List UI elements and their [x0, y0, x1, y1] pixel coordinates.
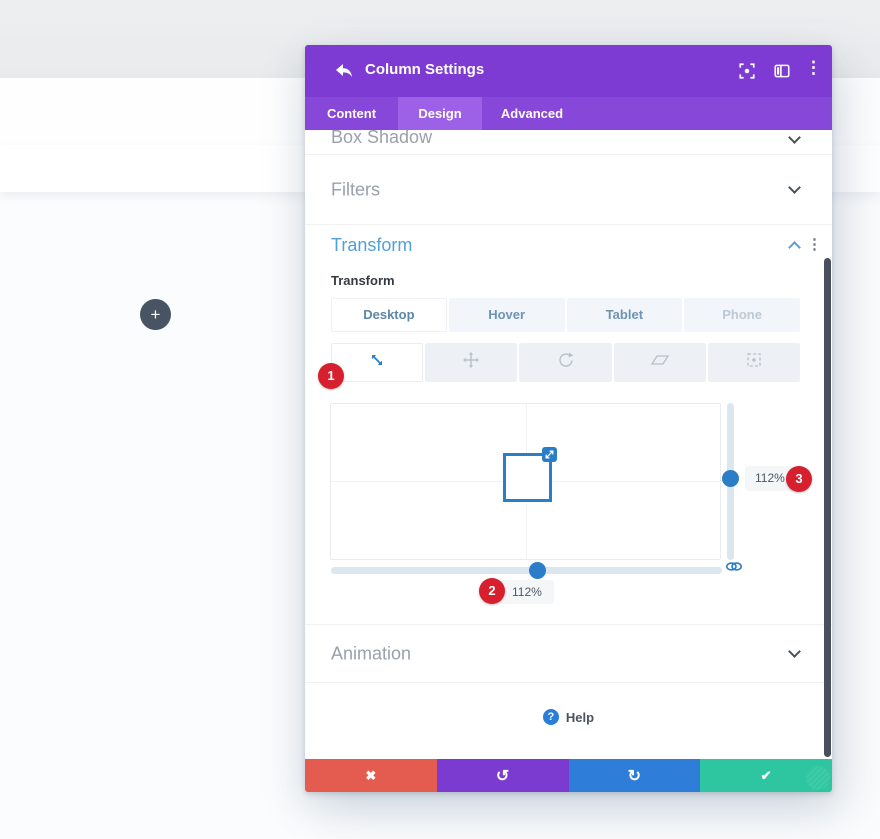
- chevron-down-icon: [788, 131, 801, 144]
- move-icon: [462, 351, 480, 374]
- section-animation-title: Animation: [331, 643, 411, 664]
- section-animation[interactable]: Animation: [305, 625, 832, 683]
- transform-toolbar: [331, 343, 800, 382]
- focus-preview-icon[interactable]: [738, 62, 756, 80]
- skew-icon: [650, 351, 670, 374]
- tab-content[interactable]: Content: [305, 97, 398, 130]
- redo-button[interactable]: ↻: [569, 759, 701, 792]
- resize-grip[interactable]: [806, 766, 830, 790]
- discard-button[interactable]: ✖: [305, 759, 437, 792]
- scale-handle-icon[interactable]: [542, 447, 557, 462]
- transform-field-label: Transform: [331, 273, 395, 288]
- chevron-down-icon: [788, 181, 801, 194]
- transform-canvas[interactable]: [330, 403, 721, 560]
- modal-body: Box Shadow Filters Transform ⋮ Transform…: [305, 130, 832, 759]
- help-icon[interactable]: ?: [543, 709, 559, 725]
- chevron-up-icon[interactable]: [788, 241, 801, 254]
- save-button[interactable]: ✔: [700, 759, 832, 792]
- tab-advanced[interactable]: Advanced: [482, 97, 582, 130]
- redo-icon: ↻: [628, 766, 641, 786]
- section-transform-panel: Transform ⋮ Transform Desktop Hover Tabl…: [305, 225, 832, 625]
- modal-tabbar: Content Design Advanced: [305, 97, 832, 130]
- page-background: + Column Settings: [0, 0, 880, 839]
- scale-x-handle[interactable]: [529, 562, 546, 579]
- tool-translate[interactable]: [425, 343, 517, 382]
- scale-x-value: 112%: [500, 580, 554, 604]
- header-menu-icon[interactable]: ⋮: [805, 58, 819, 76]
- transform-origin-icon: [745, 351, 763, 374]
- panel-layout-icon[interactable]: [773, 62, 791, 80]
- tool-scale[interactable]: [331, 343, 423, 382]
- modal-footer: ✖ ↺ ↻ ✔: [305, 759, 832, 792]
- callout-badge-3: 3: [786, 466, 812, 492]
- link-axes-icon[interactable]: [725, 559, 743, 574]
- column-settings-modal: Column Settings ⋮ Content Design Advance…: [305, 45, 832, 792]
- modal-header: Column Settings ⋮: [305, 45, 832, 97]
- undo-button[interactable]: ↺: [437, 759, 569, 792]
- section-filters-title: Filters: [331, 179, 380, 200]
- transform-options-icon[interactable]: ⋮: [807, 235, 822, 253]
- back-icon[interactable]: [333, 60, 355, 82]
- modal-title: Column Settings: [365, 61, 484, 78]
- tool-origin[interactable]: [708, 343, 800, 382]
- section-box-shadow[interactable]: Box Shadow: [305, 130, 832, 155]
- chevron-down-icon: [788, 645, 801, 658]
- undo-icon: ↺: [496, 766, 509, 786]
- tool-rotate[interactable]: [519, 343, 611, 382]
- rotate-icon: [557, 351, 575, 374]
- tab-design[interactable]: Design: [398, 97, 482, 130]
- close-icon: ✖: [365, 768, 376, 784]
- callout-badge-2: 2: [479, 578, 505, 604]
- section-box-shadow-title: Box Shadow: [331, 130, 432, 148]
- device-tab-desktop[interactable]: Desktop: [331, 298, 447, 332]
- section-transform-title[interactable]: Transform: [331, 235, 412, 256]
- scale-icon: [368, 351, 386, 374]
- help-row: ? Help: [305, 695, 832, 739]
- check-icon: ✔: [761, 768, 772, 784]
- scale-x-slider[interactable]: [331, 567, 722, 574]
- device-tab-hover[interactable]: Hover: [449, 298, 565, 332]
- help-link[interactable]: Help: [566, 710, 594, 725]
- callout-badge-1: 1: [318, 363, 344, 389]
- tool-skew[interactable]: [614, 343, 706, 382]
- scale-y-handle[interactable]: [722, 470, 739, 487]
- section-filters[interactable]: Filters: [305, 155, 832, 225]
- modal-scrollbar[interactable]: [824, 258, 831, 757]
- device-tab-phone[interactable]: Phone: [684, 298, 800, 332]
- device-tabbar: Desktop Hover Tablet Phone: [331, 298, 800, 332]
- device-tab-tablet[interactable]: Tablet: [567, 298, 683, 332]
- add-module-button[interactable]: +: [140, 299, 171, 330]
